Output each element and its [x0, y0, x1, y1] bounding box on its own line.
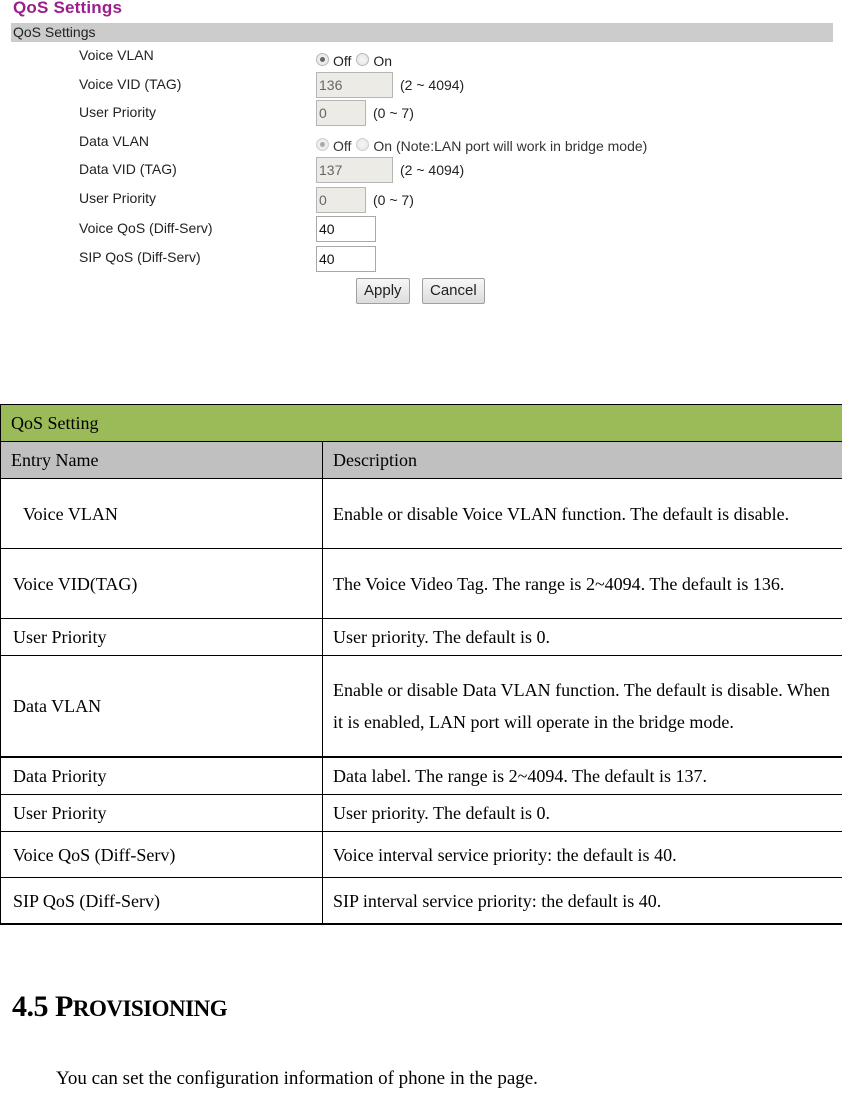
voice-vlan-label: Voice VLAN [79, 47, 154, 63]
voice-vid-hint: (2 ~ 4094) [400, 77, 465, 93]
page-title: QoS Settings [13, 0, 123, 17]
entry-description: User priority. The default is 0. [321, 794, 842, 832]
data-user-priority-hint: (0 ~ 7) [373, 192, 414, 208]
section-number: 4.5 [12, 990, 49, 1023]
qos-settings-panel: QoS Settings QoS Settings Voice VLAN Off… [0, 0, 842, 320]
column-header-entry-name: Entry Name [0, 441, 323, 479]
data-vid-input[interactable] [316, 157, 393, 183]
voice-vid-label: Voice VID (TAG) [79, 76, 182, 92]
entry-description: Enable or disable Data VLAN function. Th… [321, 655, 842, 758]
entry-name: Data Priority [0, 756, 323, 795]
voice-user-priority-input[interactable] [316, 100, 366, 126]
voice-vlan-row: Voice VLAN Off On [0, 46, 842, 72]
data-vlan-on-label: On (Note:LAN port will work in bridge mo… [373, 138, 648, 154]
qos-setting-table: QoS Setting Entry Name Description Voice… [0, 404, 842, 925]
entry-name: User Priority [0, 618, 323, 656]
entry-description: Voice interval service priority: the def… [321, 831, 842, 878]
sip-qos-label: SIP QoS (Diff-Serv) [79, 249, 201, 265]
entry-description: Data label. The range is 2~4094. The def… [321, 756, 842, 795]
data-vid-hint: (2 ~ 4094) [400, 162, 465, 178]
entry-description: SIP interval service priority: the defau… [321, 877, 842, 925]
data-user-priority-input[interactable] [316, 187, 366, 213]
data-vlan-label: Data VLAN [79, 133, 150, 149]
entry-description: User priority. The default is 0. [321, 618, 842, 656]
data-vlan-on-radio[interactable] [356, 138, 370, 151]
entry-name: Voice VLAN [0, 478, 323, 549]
entry-name: Data VLAN [0, 655, 323, 758]
table-row: User Priority User priority. The default… [0, 794, 842, 832]
column-header-description: Description [321, 441, 842, 479]
entry-name: SIP QoS (Diff-Serv) [0, 877, 323, 925]
table-row: SIP QoS (Diff-Serv) SIP interval service… [0, 877, 842, 925]
voice-vlan-on-radio[interactable] [356, 53, 370, 66]
table-row: Data VLAN Enable or disable Data VLAN fu… [0, 655, 842, 758]
entry-name: User Priority [0, 794, 323, 832]
table-section-row: QoS Setting [0, 404, 842, 442]
data-vlan-row: Data VLAN Off On (Note:LAN port will wor… [0, 132, 842, 158]
voice-user-priority-row: User Priority (0 ~ 7) [0, 100, 842, 126]
cancel-button[interactable]: Cancel [422, 278, 485, 304]
section-title-rest: ROVISIONING [72, 996, 228, 1021]
table-row: Voice VID(TAG) The Voice Video Tag. The … [0, 548, 842, 619]
voice-qos-label: Voice QoS (Diff-Serv) [79, 220, 213, 236]
data-vid-label: Data VID (TAG) [79, 161, 177, 177]
table-row: User Priority User priority. The default… [0, 618, 842, 656]
voice-vlan-on-label: On [373, 53, 393, 69]
table-header-row: Entry Name Description [0, 441, 842, 479]
data-vlan-off-label: Off [333, 138, 352, 154]
voice-vid-row: Voice VID (TAG) (2 ~ 4094) [0, 72, 842, 98]
voice-user-priority-hint: (0 ~ 7) [373, 105, 414, 121]
table-row: Voice QoS (Diff-Serv) Voice interval ser… [0, 831, 842, 878]
section-title-initial: P [55, 990, 73, 1023]
entry-description: The Voice Video Tag. The range is 2~4094… [321, 548, 842, 619]
data-user-priority-label: User Priority [79, 190, 157, 206]
section-paragraph: You can set the configuration informatio… [56, 1068, 538, 1089]
table-row: Data Priority Data label. The range is 2… [0, 756, 842, 795]
voice-vlan-off-label: Off [333, 53, 352, 69]
section-heading: 4.5 PROVISIONING [12, 990, 228, 1024]
section-bar: QoS Settings [11, 23, 833, 42]
voice-vlan-off-radio[interactable] [316, 53, 329, 66]
entry-description: Enable or disable Voice VLAN function. T… [321, 478, 842, 549]
data-vid-row: Data VID (TAG) (2 ~ 4094) [0, 157, 842, 183]
table-row: Voice VLAN Enable or disable Voice VLAN … [0, 478, 842, 549]
voice-user-priority-label: User Priority [79, 104, 157, 120]
voice-qos-input[interactable] [316, 216, 376, 242]
data-user-priority-row: User Priority (0 ~ 7) [0, 187, 842, 213]
data-vlan-off-radio[interactable] [316, 138, 329, 151]
entry-name: Voice VID(TAG) [0, 548, 323, 619]
entry-name: Voice QoS (Diff-Serv) [0, 831, 323, 878]
voice-qos-row: Voice QoS (Diff-Serv) [0, 216, 842, 242]
apply-button[interactable]: Apply [356, 278, 410, 304]
sip-qos-row: SIP QoS (Diff-Serv) [0, 246, 842, 272]
table-section-title: QoS Setting [0, 404, 842, 442]
sip-qos-input[interactable] [316, 246, 376, 272]
voice-vid-input[interactable] [316, 72, 393, 98]
